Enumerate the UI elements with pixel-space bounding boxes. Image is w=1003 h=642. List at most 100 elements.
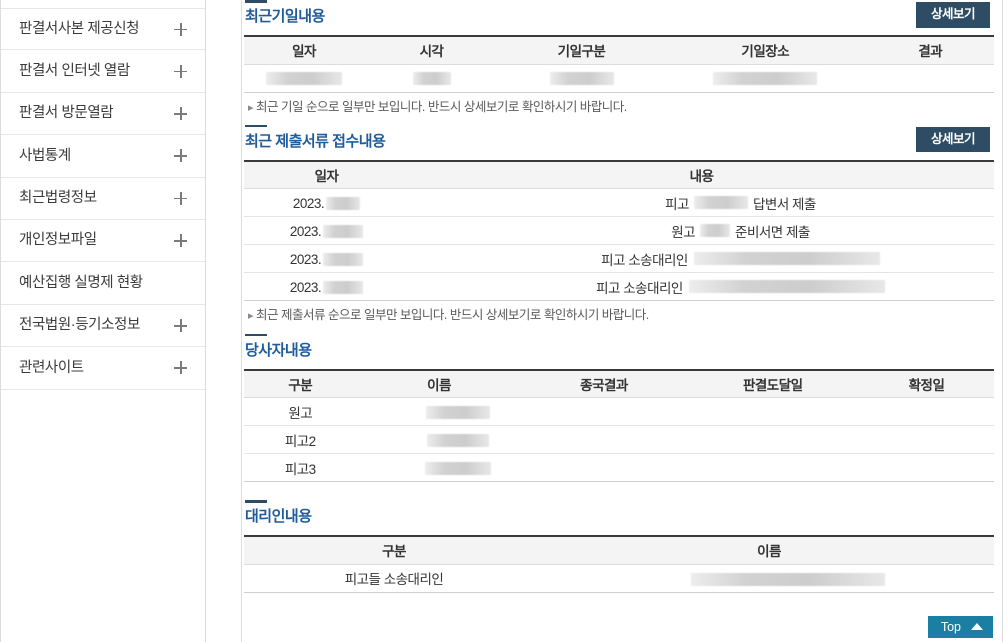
table-row: 원고 xyxy=(244,398,994,426)
redacted-value xyxy=(694,196,748,209)
redacted-value xyxy=(326,197,360,210)
section-title: 대리인내용 xyxy=(244,508,312,526)
plus-icon[interactable] xyxy=(174,65,187,78)
sidebar-item-4[interactable]: 최근법령정보 xyxy=(1,178,205,220)
plus-icon[interactable] xyxy=(174,107,187,120)
plus-icon[interactable] xyxy=(174,23,187,36)
date-prefix: 2023. xyxy=(290,224,321,239)
detail-view-button-submission[interactable]: 상세보기 xyxy=(916,127,990,153)
cell-judgment-delivery-date xyxy=(687,398,860,426)
sidebar-item-7[interactable]: 전국법원·등기소정보 xyxy=(1,305,205,347)
accent-bar xyxy=(245,125,267,128)
plus-icon[interactable] xyxy=(174,319,187,332)
note-text: 최근 기일 순으로 일부만 보입니다. 반드시 상세보기로 확인하시기 바랍니다… xyxy=(256,100,627,114)
plus-icon[interactable] xyxy=(174,192,187,205)
recent-hearing-table: 일자 시각 기일구분 기일장소 결과 xyxy=(244,35,994,93)
plus-icon[interactable] xyxy=(174,234,187,247)
cell-party-type: 피고3 xyxy=(244,454,357,482)
content-prefix: 피고 소송대리인 xyxy=(601,253,688,268)
date-prefix: 2023. xyxy=(290,280,321,295)
table-row: 피고3 xyxy=(244,454,994,482)
section-recent-hearing: 최근기일내용 상세보기 일자 시각 기일구분 기일장소 결과 xyxy=(244,0,994,125)
content-prefix: 피고 소송대리인 xyxy=(596,281,683,296)
redacted-value xyxy=(689,280,885,293)
date-prefix: 2023. xyxy=(290,252,321,267)
content-suffix: 답변서 제출 xyxy=(753,197,816,212)
detail-view-button-hearing[interactable]: 상세보기 xyxy=(916,2,990,28)
sidebar-item-1[interactable]: 판결서 인터넷 열람 xyxy=(1,50,205,92)
sidebar-item-3[interactable]: 사법통계 xyxy=(1,135,205,177)
cell-date: 2023. xyxy=(244,217,409,245)
redacted-value xyxy=(691,573,885,586)
cell-party-name xyxy=(357,426,522,454)
column-header: 결과 xyxy=(867,36,995,64)
cell-party-type: 원고 xyxy=(244,398,357,426)
redacted-value xyxy=(427,434,489,447)
table-row: 2023. 피고 소송대리인 xyxy=(244,273,994,301)
note-text: 최근 제출서류 순으로 일부만 보입니다. 반드시 상세보기로 확인하시기 바랍… xyxy=(256,308,649,322)
cell-content: 원고준비서면 제출 xyxy=(409,217,994,245)
accent-bar xyxy=(245,334,267,337)
chevron-up-icon xyxy=(971,623,983,630)
section-recent-submission: 최근 제출서류 접수내용 상세보기 일자 내용 2023. 피고답변서 제출 xyxy=(244,125,994,334)
table-header-row: 일자 내용 xyxy=(244,161,994,189)
column-header: 일자 xyxy=(244,36,364,64)
representative-table: 구분 이름 피고들 소송대리인 xyxy=(244,535,994,593)
cell-result xyxy=(867,64,995,92)
sidebar-item-label: 전국법원·등기소정보 xyxy=(19,318,174,333)
scroll-to-top-button[interactable]: Top xyxy=(928,616,993,639)
column-header: 판결도달일 xyxy=(687,370,860,398)
column-header: 이름 xyxy=(357,370,522,398)
section-header: 당사자내용 xyxy=(244,334,994,360)
section-representative: 대리인내용 구분 이름 피고들 소송대리인 xyxy=(244,500,994,593)
sidebar-item-0[interactable]: 판결서사본 제공신청 xyxy=(1,8,205,50)
cell-content: 피고답변서 제출 xyxy=(409,189,994,217)
plus-icon[interactable] xyxy=(174,361,187,374)
cell-date: 2023. xyxy=(244,189,409,217)
cell-representative-type: 피고들 소송대리인 xyxy=(244,564,544,592)
redacted-value xyxy=(550,72,614,85)
redacted-value xyxy=(266,72,342,85)
note-marker-icon: ▸ xyxy=(248,102,253,114)
table-row xyxy=(244,64,994,92)
sidebar-item-label: 판결서사본 제공신청 xyxy=(19,22,174,37)
column-header: 확정일 xyxy=(859,370,994,398)
sidebar-item-label: 개인정보파일 xyxy=(19,233,174,248)
column-header: 내용 xyxy=(409,161,994,189)
cell-hearing-place xyxy=(664,64,867,92)
cell-representative-name xyxy=(544,564,994,592)
cell-date xyxy=(244,64,364,92)
sidebar-item-6[interactable]: 예산집행 실명제 현황 xyxy=(1,262,205,304)
cell-confirm-date xyxy=(859,454,994,482)
section-header: 최근 제출서류 접수내용 상세보기 xyxy=(244,125,994,151)
party-table: 구분 이름 종국결과 판결도달일 확정일 원고 xyxy=(244,369,994,483)
column-header: 이름 xyxy=(544,536,994,564)
table-row: 2023. 피고답변서 제출 xyxy=(244,189,994,217)
table-row: 2023. 원고준비서면 제출 xyxy=(244,217,994,245)
cell-hearing-type xyxy=(499,64,664,92)
sidebar-item-label: 판결서 방문열람 xyxy=(19,106,174,121)
cell-party-name xyxy=(357,398,522,426)
redacted-value xyxy=(413,72,451,85)
sidebar-item-8[interactable]: 관련사이트 xyxy=(1,347,205,389)
section-title: 당사자내용 xyxy=(244,342,312,360)
hearing-note: ▸최근 기일 순으로 일부만 보입니다. 반드시 상세보기로 확인하시기 바랍니… xyxy=(244,93,994,125)
table-row: 피고2 xyxy=(244,426,994,454)
section-title: 최근 제출서류 접수내용 xyxy=(244,133,385,151)
redacted-value xyxy=(700,224,730,237)
note-marker-icon: ▸ xyxy=(248,310,253,322)
redacted-value xyxy=(713,72,817,85)
sidebar-item-2[interactable]: 판결서 방문열람 xyxy=(1,93,205,135)
redacted-value xyxy=(694,252,880,265)
column-header: 시각 xyxy=(364,36,499,64)
redacted-value xyxy=(425,462,491,475)
sidebar-item-5[interactable]: 개인정보파일 xyxy=(1,220,205,262)
cell-time xyxy=(364,64,499,92)
redacted-value xyxy=(323,225,363,238)
layout-gutter xyxy=(206,0,241,642)
column-header: 기일구분 xyxy=(499,36,664,64)
sidebar-item-label: 판결서 인터넷 열람 xyxy=(19,64,174,79)
sidebar-item-label: 관련사이트 xyxy=(19,361,174,376)
plus-icon[interactable] xyxy=(174,149,187,162)
sidebar-nav: 판결서사본 제공신청 판결서 인터넷 열람 판결서 방문열람 사법통계 최근법령… xyxy=(0,0,206,642)
